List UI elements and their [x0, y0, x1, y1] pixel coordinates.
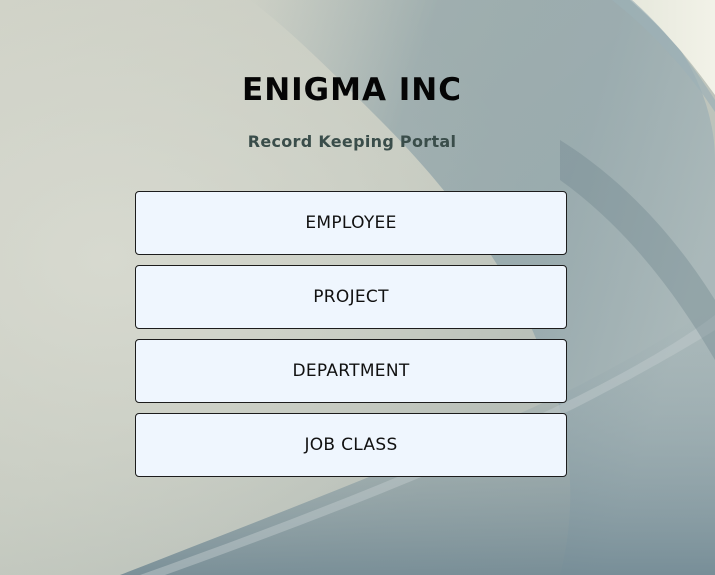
project-button[interactable]: PROJECT [135, 265, 567, 329]
page-subtitle: Record Keeping Portal [247, 132, 457, 151]
portal-container: ENIGMA INC Record Keeping Portal EMPLOYE… [0, 0, 715, 575]
employee-button[interactable]: EMPLOYEE [135, 191, 567, 255]
job-class-button[interactable]: JOB CLASS [135, 413, 567, 477]
page-title: ENIGMA INC [242, 72, 462, 108]
record-menu: EMPLOYEE PROJECT DEPARTMENT JOB CLASS [135, 191, 567, 487]
department-button[interactable]: DEPARTMENT [135, 339, 567, 403]
